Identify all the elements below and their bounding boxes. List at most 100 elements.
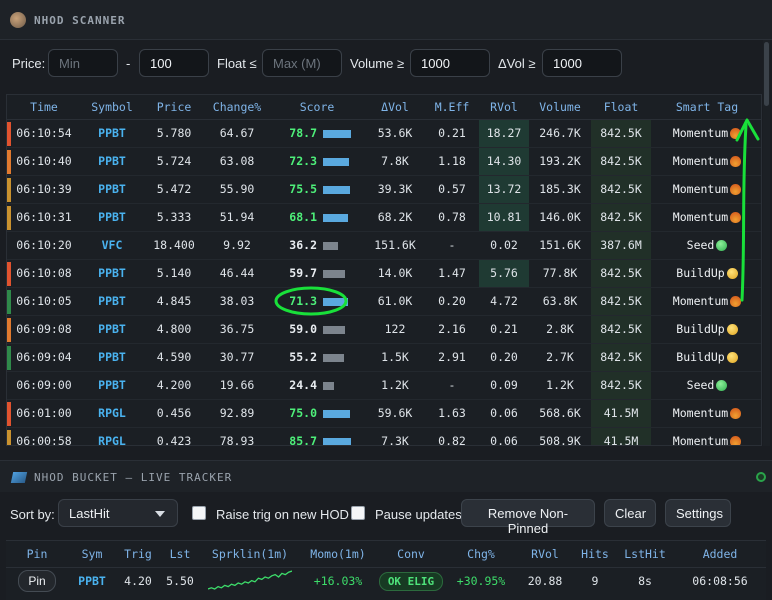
- raise-trig-label: Raise trig on new HOD: [216, 507, 349, 522]
- bucket-column-rvol[interactable]: RVol: [516, 541, 574, 568]
- column-header-volume[interactable]: Volume: [529, 95, 591, 120]
- column-header-float[interactable]: Float: [591, 95, 651, 120]
- bucket-header: NHOD BUCKET — LIVE TRACKER: [0, 460, 772, 492]
- table-row[interactable]: 06:10:40 PPBT 5.724 63.08 72.3 7.8K 1.18 14.30 1…: [7, 147, 761, 176]
- score-bar-fill: [323, 241, 338, 250]
- score-bar-fill: [323, 437, 351, 445]
- cell-meff: 2.16: [425, 315, 479, 344]
- raise-trig-checkbox[interactable]: [192, 506, 206, 520]
- cell-float: 842.5K: [591, 371, 651, 400]
- volume-min-input[interactable]: 1000: [410, 49, 490, 77]
- table-row[interactable]: 06:00:58 RPGL 0.423 78.93 85.7 7.3K 0.82 0.06 50…: [7, 427, 761, 445]
- row-marker: [7, 401, 11, 426]
- bucket-column-momo-1m-[interactable]: Momo(1m): [300, 541, 376, 568]
- cell-time: 06:10:08: [7, 259, 81, 288]
- cell-price: 18.400: [143, 231, 205, 260]
- sort-select[interactable]: LastHit: [58, 499, 178, 527]
- cell-price: 5.780: [143, 119, 205, 148]
- cell-price: 4.845: [143, 287, 205, 316]
- cell-score: 59.0: [269, 315, 365, 344]
- column-header-symbol[interactable]: Symbol: [81, 95, 143, 120]
- score-value: 59.0: [289, 322, 317, 336]
- bucket-header-row: Pin Sym Trig Lst Sprklin(1m) Momo(1m) Conv Chg%…: [6, 541, 766, 568]
- column-header-rvol[interactable]: RVol: [479, 95, 529, 120]
- bucket-column-sprklin-1m-[interactable]: Sprklin(1m): [200, 541, 300, 568]
- remove-non-pinned-button[interactable]: Remove Non-Pinned: [461, 499, 595, 536]
- cell-chg: +30.95%: [456, 574, 506, 589]
- table-row[interactable]: 06:10:08 PPBT 5.140 46.44 59.7 14.0K 1.47 5.76 7…: [7, 259, 761, 288]
- float-max-input[interactable]: Max (M): [262, 49, 342, 77]
- cell-float: 842.5K: [591, 147, 651, 176]
- cell-volume: 568.6K: [529, 399, 591, 428]
- scanner-scrollbar[interactable]: [763, 40, 770, 446]
- bucket-row[interactable]: Pin PPBT 4.20 5.50 +16.03% OK ELIG +30.95% 20.8…: [6, 567, 766, 595]
- price-label: Price:: [12, 56, 46, 71]
- cell-score: 24.4: [269, 371, 365, 400]
- column-header-m-eff[interactable]: M.Eff: [425, 95, 479, 120]
- cell-change: 64.67: [205, 119, 269, 148]
- bucket-column-hits[interactable]: Hits: [574, 541, 616, 568]
- bucket-column-added[interactable]: Added: [674, 541, 766, 568]
- score-bar: [323, 325, 351, 334]
- cell-rvol: 18.27: [479, 119, 529, 148]
- cell-smart-tag: Momentum: [651, 287, 761, 316]
- row-marker: [7, 205, 11, 230]
- scanner-logo-icon: [10, 12, 26, 28]
- score-bar: [323, 353, 351, 362]
- dvol-min-input[interactable]: 1000: [542, 49, 622, 77]
- bucket-column-lst[interactable]: Lst: [160, 541, 200, 568]
- bucket-title: NHOD BUCKET — LIVE TRACKER: [34, 471, 233, 484]
- column-header-change-[interactable]: Change%: [205, 95, 269, 120]
- fire-icon: [730, 296, 742, 307]
- bucket-column-lsthit[interactable]: LstHit: [616, 541, 674, 568]
- column-header-price[interactable]: Price: [143, 95, 205, 120]
- table-row[interactable]: 06:10:39 PPBT 5.472 55.90 75.5 39.3K 0.57 13.72…: [7, 175, 761, 204]
- column-header-score[interactable]: Score: [269, 95, 365, 120]
- clear-button[interactable]: Clear: [604, 499, 656, 527]
- bucket-column-chg-[interactable]: Chg%: [446, 541, 516, 568]
- smart-tag-label: Seed: [686, 378, 715, 392]
- cell-symbol: PPBT: [81, 175, 143, 204]
- score-value: 72.3: [289, 154, 317, 168]
- table-row[interactable]: 06:10:31 PPBT 5.333 51.94 68.1 68.2K 0.78 10.81…: [7, 203, 761, 232]
- time-value: 06:10:05: [16, 294, 72, 308]
- time-value: 06:10:08: [16, 266, 72, 280]
- table-row[interactable]: 06:09:00 PPBT 4.200 19.66 24.4 1.2K -0.09 1.2K 8…: [7, 371, 761, 400]
- column-header-smart-tag[interactable]: Smart Tag: [651, 95, 761, 120]
- cell-symbol: RPGL: [81, 399, 143, 428]
- column-header-time[interactable]: Time: [7, 95, 81, 120]
- table-row[interactable]: 06:01:00 RPGL 0.456 92.89 75.0 59.6K 1.63 0.06 5…: [7, 399, 761, 428]
- bucket-column-pin[interactable]: Pin: [6, 541, 68, 568]
- settings-button[interactable]: Settings: [665, 499, 731, 527]
- cell-volume: 193.2K: [529, 147, 591, 176]
- price-max-input[interactable]: 100: [139, 49, 209, 77]
- cell-float: 41.5M: [591, 399, 651, 428]
- score-value: 24.4: [289, 378, 317, 392]
- bucket-column-trig[interactable]: Trig: [116, 541, 160, 568]
- row-marker: [7, 149, 11, 174]
- table-row[interactable]: 06:10:20 VFC 18.400 9.92 36.2 151.6K -0.02 151.…: [7, 231, 761, 260]
- column-header--vol[interactable]: ΔVol: [365, 95, 425, 120]
- price-min-input[interactable]: Min: [48, 49, 118, 77]
- scrollbar-thumb[interactable]: [764, 42, 769, 106]
- cell-volume: 246.7K: [529, 119, 591, 148]
- score-value: 75.0: [289, 406, 317, 420]
- smart-tag-label: BuildUp: [676, 322, 725, 336]
- pin-button[interactable]: Pin: [18, 570, 56, 593]
- bucket-column-sym[interactable]: Sym: [68, 541, 116, 568]
- sort-value: LastHit: [69, 506, 110, 521]
- pause-updates-checkbox[interactable]: [351, 506, 365, 520]
- cell-price: 4.590: [143, 343, 205, 372]
- fire-icon: [730, 156, 742, 167]
- cell-float: 842.5K: [591, 315, 651, 344]
- table-row[interactable]: 06:10:54 PPBT 5.780 64.67 78.7 53.6K 0.21 18.27…: [7, 119, 761, 148]
- cell-price: 4.200: [143, 371, 205, 400]
- table-row[interactable]: 06:09:04 PPBT 4.590 30.77 55.2 1.5K 2.91 0.20 2.…: [7, 343, 761, 372]
- bucket-column-conv[interactable]: Conv: [376, 541, 446, 568]
- score-bar-fill: [323, 129, 351, 138]
- cell-rvol: 10.81: [479, 203, 529, 232]
- cell-dvol: 59.6K: [365, 399, 425, 428]
- table-row[interactable]: 06:10:05 PPBT 4.845 38.03 71.3 61.0K 0.20 4.72 6…: [7, 287, 761, 316]
- cell-change: 19.66: [205, 371, 269, 400]
- table-row[interactable]: 06:09:08 PPBT 4.800 36.75 59.0 122 2.16 0.21 2.8…: [7, 315, 761, 344]
